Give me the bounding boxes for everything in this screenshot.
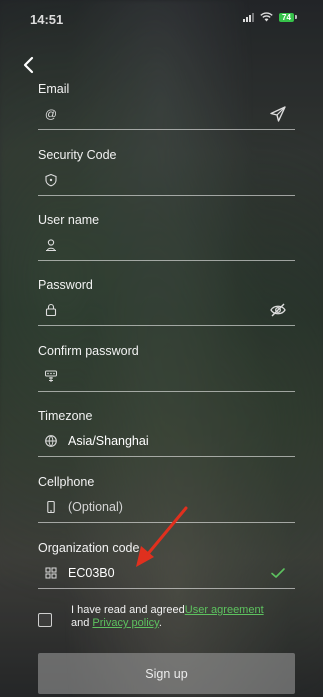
signal-icon <box>243 12 254 22</box>
org-grid-icon <box>45 567 57 579</box>
cellphone-field: Cellphone (Optional) <box>38 474 295 523</box>
timezone-underline <box>38 456 295 457</box>
battery-level: 74 <box>279 12 294 22</box>
keypad-icon <box>45 370 57 382</box>
status-time: 14:51 <box>30 12 64 27</box>
eye-off-icon[interactable] <box>269 301 287 319</box>
security-code-underline <box>38 195 295 196</box>
user-agreement-link[interactable]: User agreement <box>185 604 264 616</box>
agreement-and: and <box>71 617 90 629</box>
cellphone-label: Cellphone <box>38 475 95 489</box>
cellphone-underline <box>38 522 295 523</box>
back-icon[interactable] <box>20 55 38 75</box>
organization-code-input[interactable]: EC03B0 <box>38 562 295 584</box>
send-icon[interactable] <box>269 105 287 123</box>
email-label: Email <box>38 82 70 96</box>
organization-code-label: Organization code <box>38 541 140 555</box>
cellphone-input[interactable]: (Optional) <box>38 496 295 518</box>
organization-code-value: EC03B0 <box>68 566 115 580</box>
wifi-icon <box>260 12 273 22</box>
password-field: Password <box>38 277 295 326</box>
agreement-prefix: I have read and agreed <box>71 604 185 616</box>
user-name-input[interactable] <box>38 234 295 256</box>
at-icon: @ <box>44 107 58 121</box>
agreement-suffix: . <box>158 617 162 629</box>
status-bar: 14:51 74 <box>0 0 323 40</box>
lock-icon <box>45 303 57 317</box>
security-code-label: Security Code <box>38 148 117 162</box>
user-name-label: User name <box>38 213 100 227</box>
organization-code-underline <box>38 588 295 589</box>
globe-icon <box>45 435 57 447</box>
password-underline <box>38 325 295 326</box>
check-icon <box>271 568 285 578</box>
agreement-text: I have read and agreedUser agreement and … <box>71 604 291 630</box>
user-name-underline <box>38 260 295 261</box>
security-code-input[interactable] <box>38 169 295 191</box>
email-field: Email @ <box>38 81 295 130</box>
agreement-row: I have read and agreedUser agreement and … <box>38 604 295 634</box>
timezone-label: Timezone <box>38 409 93 423</box>
organization-code-field: Organization code EC03B0 <box>38 540 295 589</box>
confirm-password-input[interactable] <box>38 365 295 387</box>
battery-icon: 74 <box>279 12 297 22</box>
agreement-checkbox[interactable] <box>38 613 52 627</box>
security-code-field: Security Code <box>38 147 295 196</box>
timezone-selector[interactable]: Asia/Shanghai <box>38 430 295 452</box>
user-name-field: User name <box>38 212 295 261</box>
password-label: Password <box>38 278 93 292</box>
password-input[interactable] <box>38 299 295 321</box>
signup-button[interactable]: Sign up <box>38 653 295 694</box>
phone-icon <box>47 500 55 514</box>
cellphone-placeholder: (Optional) <box>68 500 123 514</box>
shield-icon <box>45 173 57 187</box>
confirm-password-underline <box>38 391 295 392</box>
timezone-field: Timezone Asia/Shanghai <box>38 408 295 457</box>
confirm-password-field: Confirm password <box>38 343 295 392</box>
confirm-password-label: Confirm password <box>38 344 139 358</box>
timezone-value: Asia/Shanghai <box>68 434 149 448</box>
privacy-policy-link[interactable]: Privacy policy <box>92 617 158 629</box>
email-underline <box>38 129 295 130</box>
person-icon <box>46 239 56 252</box>
status-icons: 74 <box>243 12 297 22</box>
email-input[interactable]: @ <box>38 103 295 125</box>
